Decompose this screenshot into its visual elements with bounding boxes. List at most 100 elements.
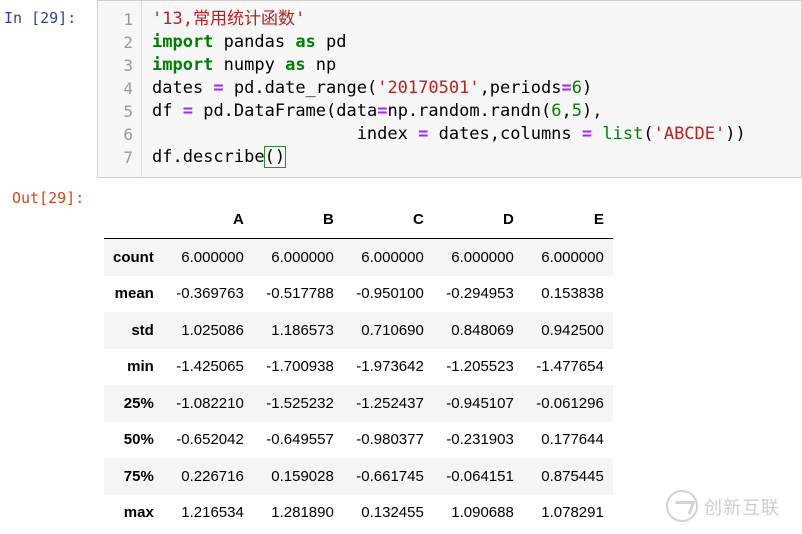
brand-logo-icon [666,490,698,522]
code-text: pandas [213,32,296,52]
table-cell: -0.064151 [446,467,514,485]
line-number: 2 [123,33,133,52]
table-cell: 1.186573 [271,321,334,339]
table-cell: -0.649557 [266,431,334,449]
keyword: as [295,32,316,52]
code-line-7: df.describe() [152,146,287,169]
row-label: min [127,358,154,376]
code-text: dates [152,78,214,98]
table-cell: -1.973642 [356,358,424,376]
code-text: ( [643,124,654,144]
table-cell: -0.661745 [356,467,424,485]
table-header-row: A B C D E [104,201,613,239]
code-cell-editor[interactable]: 1 2 3 4 5 6 7 '13,常用统计函数' import pandas … [97,0,802,178]
code-line-4: dates = pd.date_range('20170501',periods… [152,77,592,100]
code-text: numpy [213,55,286,75]
code-text: ) [581,78,593,98]
table-cell: -0.369763 [176,285,244,303]
table-row: count 6.000000 6.000000 6.000000 6.00000… [104,238,613,276]
row-label: count [113,248,154,266]
table-cell: 1.216534 [181,504,244,522]
table-cell: -1.477654 [536,358,604,376]
code-text: , [561,101,572,121]
operator: = [418,124,429,144]
table-row: mean -0.369763 -0.517788 -0.950100 -0.29… [104,275,613,312]
row-label: std [131,321,154,339]
keyword: as [285,55,306,75]
code-text: index [152,124,419,144]
code-text: df [152,101,183,121]
table-cell: -0.980377 [356,431,424,449]
column-header: B [252,201,343,239]
line-number: 5 [123,102,133,121]
table-cell: 0.132455 [361,504,424,522]
table-row: 75% 0.226716 0.159028 -0.661745 -0.06415… [104,458,613,495]
watermark: 创新互联 [666,488,796,524]
line-number: 4 [123,79,133,98]
code-text: )) [725,124,746,144]
table-cell: 0.226716 [181,467,244,485]
table-cell: 0.875445 [541,467,604,485]
string-literal: 'ABCDE' [653,124,726,144]
table-cell: 1.090688 [451,504,514,522]
code-text: ,periods [479,78,562,98]
code-text: np.random.randn( [387,101,552,121]
column-header: D [432,201,523,239]
table-cell: 0.942500 [541,321,604,339]
builtin-function: list [602,124,644,144]
line-number: 1 [123,10,133,29]
table-cell: -0.652042 [176,431,244,449]
operator: = [377,101,388,121]
table-cell: 0.159028 [271,467,334,485]
code-line-5: df = pd.DataFrame(data=np.random.randn(6… [152,100,602,123]
number-literal: 6 [551,101,562,121]
table-cell: -1.205523 [446,358,514,376]
watermark-text: 创新互联 [704,498,780,519]
describe-output-table: A B C D E count 6.000000 6.000000 6.0000… [104,201,613,531]
column-header: E [522,201,613,239]
row-label: 75% [123,467,154,485]
string-literal: '13,常用统计函数' [152,9,306,29]
table-cell: -0.231903 [446,431,514,449]
table-cell: 6.000000 [181,248,244,266]
code-line-1: '13,常用统计函数' [152,8,305,31]
column-header: C [342,201,433,239]
table-cell: -0.517788 [266,285,334,303]
table-cell: 0.153838 [541,285,604,303]
code-text: df.describe [152,147,265,167]
table-cell: 0.710690 [361,321,424,339]
code-text: ), [581,101,603,121]
table-cell: 0.177644 [541,431,604,449]
line-number-gutter: 1 2 3 4 5 6 7 [98,1,142,177]
code-text: pd.date_range( [223,78,378,98]
table-cell: -0.294953 [446,285,514,303]
code-text: dates,columns [428,124,582,144]
line-number: 7 [123,148,133,167]
row-label: mean [114,285,154,303]
table-cell: -0.061296 [536,394,604,412]
string-literal: '20170501' [377,78,480,98]
table-cell: 1.078291 [541,504,604,522]
number-literal: 5 [571,101,582,121]
table-row: min -1.425065 -1.700938 -1.973642 -1.205… [104,348,613,385]
table-cell: 6.000000 [361,248,424,266]
table-cell: 6.000000 [271,248,334,266]
row-label: 25% [123,394,154,412]
table-row: max 1.216534 1.281890 0.132455 1.090688 … [104,494,613,531]
table-cell: -1.252437 [356,394,424,412]
matched-parentheses: () [263,146,287,168]
code-line-6: index = dates,columns = list('ABCDE')) [152,123,746,146]
operator: = [581,124,593,144]
table-cell: -1.082210 [176,394,244,412]
column-header: A [162,201,253,239]
line-number: 6 [123,125,133,144]
table-cell: -1.525232 [266,394,334,412]
table-cell: -0.950100 [356,285,424,303]
row-label: 50% [123,431,154,449]
table-cell: 0.848069 [451,321,514,339]
output-prompt: Out[29]: [12,189,85,207]
table-row: 25% -1.082210 -1.525232 -1.252437 -0.945… [104,385,613,422]
table-cell: 6.000000 [541,248,604,266]
keyword: import [152,32,214,52]
